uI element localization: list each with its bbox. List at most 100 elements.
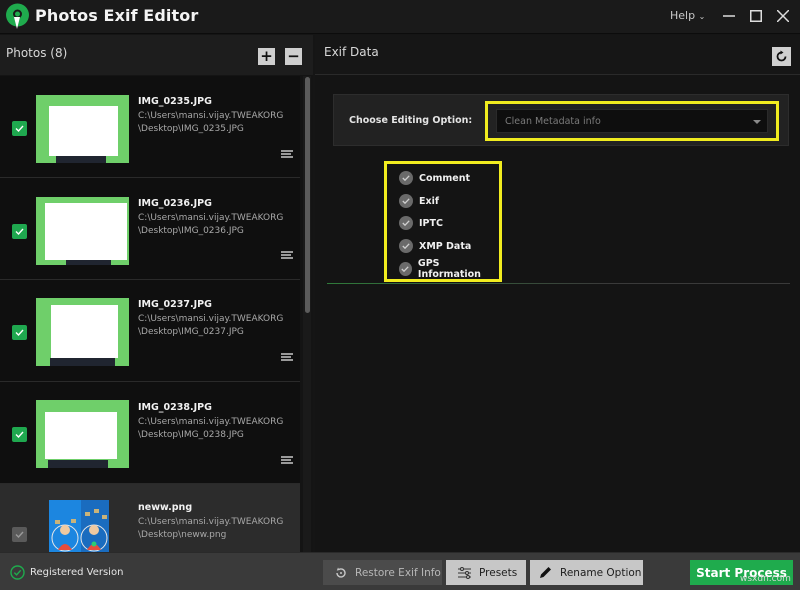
photo-path-line2: \Desktop\IMG_0237.JPG: [138, 327, 244, 337]
check-circle-icon: [399, 262, 412, 276]
photo-path-line1: C:\Users\mansi.vijay.TWEAKORG: [138, 111, 284, 121]
footer-bar: Registered Version Restore Exif Info Pre…: [0, 552, 800, 590]
details-menu-icon[interactable]: [281, 251, 293, 259]
photo-filename: IMG_0236.JPG: [138, 198, 212, 209]
thumb-figure: [56, 155, 106, 163]
chevron-down-icon: ⌄: [698, 12, 706, 21]
photo-list-scroll-thumb[interactable]: [305, 77, 310, 313]
maximize-button[interactable]: [745, 5, 767, 27]
checklist-label: IPTC: [419, 217, 443, 229]
presets-button[interactable]: Presets: [446, 560, 526, 585]
checklist-item-exif[interactable]: Exif: [399, 193, 439, 209]
photo-filename: IMG_0235.JPG: [138, 96, 212, 107]
close-icon: [777, 10, 789, 22]
photo-thumbnail: [36, 197, 129, 265]
exif-panel-title: Exif Data: [324, 45, 379, 59]
photo-list-item[interactable]: IMG_0238.JPG C:\Users\mansi.vijay.TWEAKO…: [0, 382, 300, 484]
checklist-item-iptc[interactable]: IPTC: [399, 215, 443, 231]
photo-path-line1: C:\Users\mansi.vijay.TWEAKORG: [138, 417, 284, 427]
thumb-illustration: [49, 500, 109, 552]
photo-path: C:\Users\mansi.vijay.TWEAKORG \Desktop\I…: [138, 212, 283, 238]
minimize-button[interactable]: [718, 5, 740, 27]
details-menu-icon[interactable]: [281, 150, 293, 158]
photo-list: IMG_0235.JPG C:\Users\mansi.vijay.TWEAKO…: [0, 76, 303, 552]
refresh-button[interactable]: [772, 47, 791, 66]
thumb-redaction: [49, 106, 118, 156]
restore-icon: [335, 567, 347, 579]
remove-photo-button[interactable]: −: [285, 48, 302, 65]
photo-thumbnail: [36, 400, 129, 468]
photo-checkbox[interactable]: [12, 527, 27, 542]
dropdown-arrow-icon: [753, 120, 761, 124]
photo-checkbox[interactable]: [12, 325, 27, 340]
rename-option-button[interactable]: Rename Option: [530, 560, 643, 585]
photo-filename: IMG_0238.JPG: [138, 402, 212, 413]
photo-list-item[interactable]: neww.png C:\Users\mansi.vijay.TWEAKORG \…: [0, 484, 300, 552]
photo-thumbnail: [49, 500, 109, 552]
photo-path-line1: C:\Users\mansi.vijay.TWEAKORG: [138, 314, 284, 324]
photo-path-line2: \Desktop\IMG_0236.JPG: [138, 226, 244, 236]
check-icon: [15, 431, 24, 438]
photo-path-line1: C:\Users\mansi.vijay.TWEAKORG: [138, 517, 284, 527]
rename-option-label: Rename Option: [560, 566, 642, 579]
watermark-text: wsxdn.com: [740, 574, 791, 584]
checklist-label: GPS Information: [417, 258, 481, 280]
thumb-figure: [48, 460, 108, 468]
restore-exif-label: Restore Exif Info: [355, 566, 441, 579]
editing-option-label: Choose Editing Option:: [349, 115, 473, 126]
title-bar: Photos Exif Editor Help ⌄: [0, 0, 800, 34]
check-icon: [15, 125, 24, 132]
sliders-icon: [458, 566, 471, 579]
check-circle-icon: [399, 239, 413, 253]
help-menu[interactable]: Help ⌄: [670, 9, 705, 22]
section-divider: [327, 283, 790, 284]
photos-count-title: Photos (8): [6, 46, 68, 60]
minus-icon: −: [287, 47, 300, 65]
minimize-icon: [723, 15, 735, 17]
details-menu-icon[interactable]: [281, 456, 293, 464]
photo-list-item[interactable]: IMG_0236.JPG C:\Users\mansi.vijay.TWEAKO…: [0, 178, 300, 280]
photo-path-line2: \Desktop\neww.png: [138, 530, 227, 540]
checklist-item-comment[interactable]: Comment: [399, 170, 470, 186]
add-photo-button[interactable]: +: [258, 48, 275, 65]
help-label: Help: [670, 9, 696, 22]
checklist-item-xmp-data[interactable]: XMP Data: [399, 238, 471, 254]
check-icon: [15, 531, 24, 538]
photo-checkbox[interactable]: [12, 121, 27, 136]
checklist-label: Exif: [419, 195, 440, 207]
details-menu-icon[interactable]: [281, 353, 293, 361]
exif-panel: Exif Data Choose Editing Option: Clean M…: [315, 35, 800, 552]
exif-panel-header: Exif Data: [315, 35, 800, 75]
presets-label: Presets: [479, 566, 518, 579]
photo-checkbox[interactable]: [12, 224, 27, 239]
registered-version-label: Registered Version: [30, 567, 124, 578]
editing-option-select[interactable]: Clean Metadata info: [496, 109, 768, 133]
photo-filename: IMG_0237.JPG: [138, 299, 212, 310]
close-button[interactable]: [772, 5, 794, 27]
metadata-checklist: Comment Exif IPTC XMP Data GPS Informati…: [384, 161, 502, 282]
thumb-redaction: [45, 412, 117, 459]
photo-list-item[interactable]: IMG_0237.JPG C:\Users\mansi.vijay.TWEAKO…: [0, 280, 300, 382]
photo-list-item[interactable]: IMG_0235.JPG C:\Users\mansi.vijay.TWEAKO…: [0, 76, 300, 178]
check-circle-icon: [399, 171, 413, 185]
check-circle-icon: [10, 565, 25, 580]
photo-path: C:\Users\mansi.vijay.TWEAKORG \Desktop\I…: [138, 110, 283, 136]
registration-status: Registered Version: [10, 565, 123, 580]
checklist-label: XMP Data: [419, 240, 472, 252]
photo-path-line1: C:\Users\mansi.vijay.TWEAKORG: [138, 213, 284, 223]
plus-icon: +: [260, 47, 273, 65]
photo-path-line2: \Desktop\IMG_0235.JPG: [138, 124, 244, 134]
highlight-frame: Clean Metadata info: [485, 101, 779, 141]
thumb-redaction: [45, 203, 127, 260]
photo-thumbnail: [36, 95, 129, 163]
thumb-redaction: [51, 305, 118, 358]
restore-exif-button[interactable]: Restore Exif Info: [323, 560, 442, 585]
photo-path-line2: \Desktop\IMG_0238.JPG: [138, 430, 244, 440]
check-circle-icon: [399, 194, 413, 208]
check-icon: [15, 228, 24, 235]
photo-checkbox[interactable]: [12, 427, 27, 442]
check-circle-icon: [399, 216, 413, 230]
photo-path: C:\Users\mansi.vijay.TWEAKORG \Desktop\I…: [138, 313, 283, 339]
photos-panel: Photos (8) + − IMG_0235.JPG C:\Users\man…: [0, 35, 313, 552]
checklist-item-gps-information[interactable]: GPS Information: [399, 258, 499, 280]
